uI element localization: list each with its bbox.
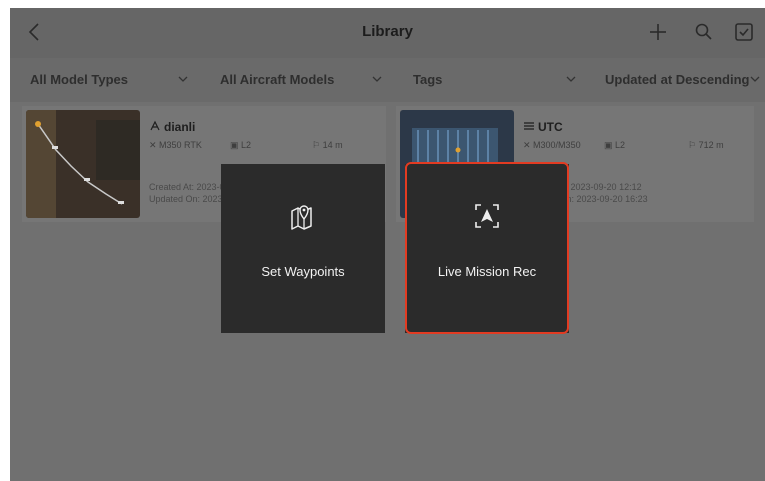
- set-waypoints-label: Set Waypoints: [261, 264, 345, 279]
- chevron-down-icon[interactable]: [566, 75, 576, 83]
- header-bar: Library: [10, 8, 765, 58]
- mission-name: UTC: [538, 120, 563, 134]
- mission-name: dianli: [164, 120, 196, 134]
- filter-tags[interactable]: Tags: [413, 72, 442, 87]
- selection-highlight: [405, 162, 569, 334]
- aircraft-model: ✕ M300/M350: [523, 140, 581, 150]
- aircraft-model: ✕ M350 RTK: [149, 140, 202, 150]
- search-icon[interactable]: [693, 21, 715, 43]
- select-checkbox-icon[interactable]: [733, 21, 755, 43]
- filter-aircraft-models[interactable]: All Aircraft Models: [220, 72, 334, 87]
- chevron-down-icon[interactable]: [178, 75, 188, 83]
- mission-type-icon: [524, 122, 534, 130]
- screen: Library All Model Types All Aircraft Mod…: [10, 8, 765, 481]
- payload-type: ▣ L2: [604, 140, 626, 150]
- map-pin-icon: [291, 205, 312, 230]
- add-icon[interactable]: [647, 21, 669, 43]
- filter-model-types[interactable]: All Model Types: [30, 72, 128, 87]
- route-distance: ⚐ 14 m: [312, 140, 343, 150]
- payload-type: ▣ L2: [230, 140, 252, 150]
- chevron-down-icon[interactable]: [750, 75, 760, 83]
- filter-bar: All Model Types All Aircraft Models Tags…: [10, 58, 765, 102]
- route-distance: ⚐ 712 m: [688, 140, 724, 150]
- mission-type-icon: [150, 120, 160, 131]
- sort-order[interactable]: Updated at Descending: [605, 72, 749, 87]
- set-waypoints-option[interactable]: Set Waypoints: [221, 164, 385, 333]
- mission-thumbnail: [26, 110, 140, 218]
- chevron-down-icon[interactable]: [372, 75, 382, 83]
